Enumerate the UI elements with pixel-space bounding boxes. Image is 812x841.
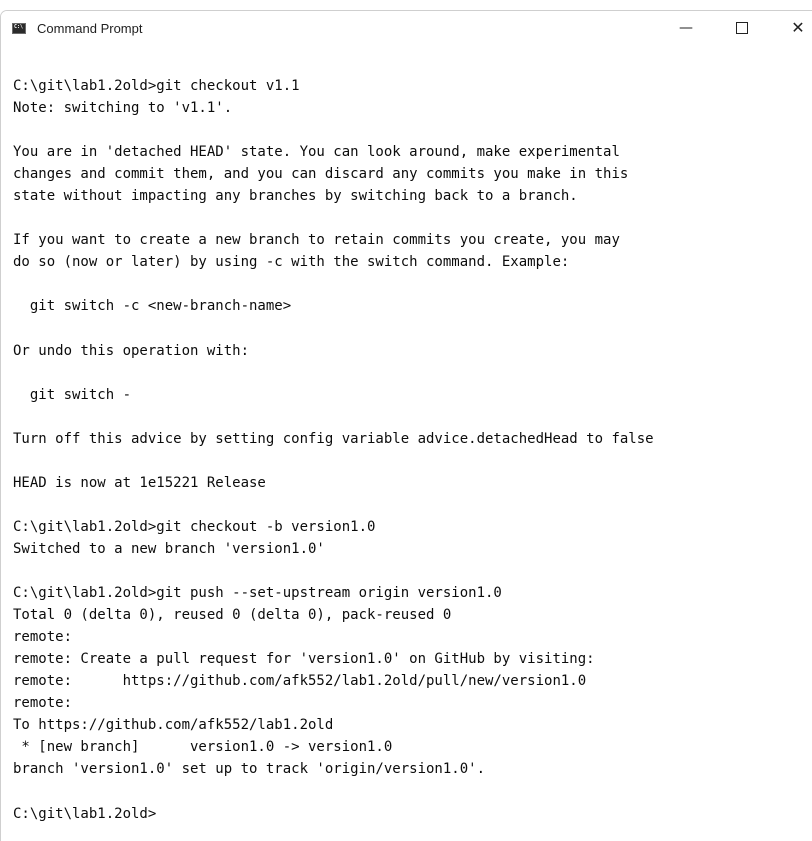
maximize-icon xyxy=(736,21,748,34)
console-line: C:\git\lab1.2old> xyxy=(13,805,157,822)
console-line: remote: https://github.com/afk552/lab1.2… xyxy=(13,673,587,690)
console-line: C:\git\lab1.2old>git checkout -b version… xyxy=(13,518,376,535)
console-line: Or undo this operation with: xyxy=(13,342,250,359)
title-bar[interactable]: C:\ Command Prompt — ✕ xyxy=(1,11,812,45)
console-line: remote: xyxy=(13,695,73,712)
console-output[interactable]: C:\git\lab1.2old>git checkout v1.1 Note: … xyxy=(13,75,809,835)
console-line: Note: switching to 'v1.1'. xyxy=(13,100,233,117)
console-line: If you want to create a new branch to re… xyxy=(13,232,620,249)
console-line: Total 0 (delta 0), reused 0 (delta 0), p… xyxy=(13,607,452,624)
console-line: branch 'version1.0' set up to track 'ori… xyxy=(13,761,486,778)
console-line: C:\git\lab1.2old>git checkout v1.1 xyxy=(13,78,300,94)
cmd-icon: C:\ xyxy=(12,23,26,34)
console-line: To https://github.com/afk552/lab1.2old xyxy=(13,717,334,734)
minimize-button[interactable]: — xyxy=(663,11,709,45)
minimize-icon: — xyxy=(679,20,693,36)
console-line: git switch -c <new-branch-name> xyxy=(13,298,292,315)
console-line: Switched to a new branch 'version1.0' xyxy=(13,540,325,557)
console-line: git switch - xyxy=(13,386,132,403)
console-line: Turn off this advice by setting config v… xyxy=(13,430,654,447)
console-line: changes and commit them, and you can dis… xyxy=(13,166,629,183)
console-line: C:\git\lab1.2old>git push --set-upstream… xyxy=(13,585,502,602)
command-prompt-window: C:\ Command Prompt — ✕ C:\git\lab1.2old>… xyxy=(0,10,812,841)
console-line: remote: Create a pull request for 'versi… xyxy=(13,651,595,668)
console-line: remote: xyxy=(13,629,73,646)
vertical-scrollbar[interactable] xyxy=(807,45,812,841)
console-line: state without impacting any branches by … xyxy=(13,188,578,205)
maximize-button[interactable] xyxy=(719,11,765,45)
console-line: You are in 'detached HEAD' state. You ca… xyxy=(13,144,620,161)
close-icon: ✕ xyxy=(791,18,805,37)
window-title: Command Prompt xyxy=(37,21,143,36)
console-line: do so (now or later) by using -c with th… xyxy=(13,254,570,271)
console-line: HEAD is now at 1e15221 Release xyxy=(13,474,266,491)
console-line: * [new branch] version1.0 -> version1.0 xyxy=(13,739,393,756)
close-button[interactable]: ✕ xyxy=(775,11,812,45)
